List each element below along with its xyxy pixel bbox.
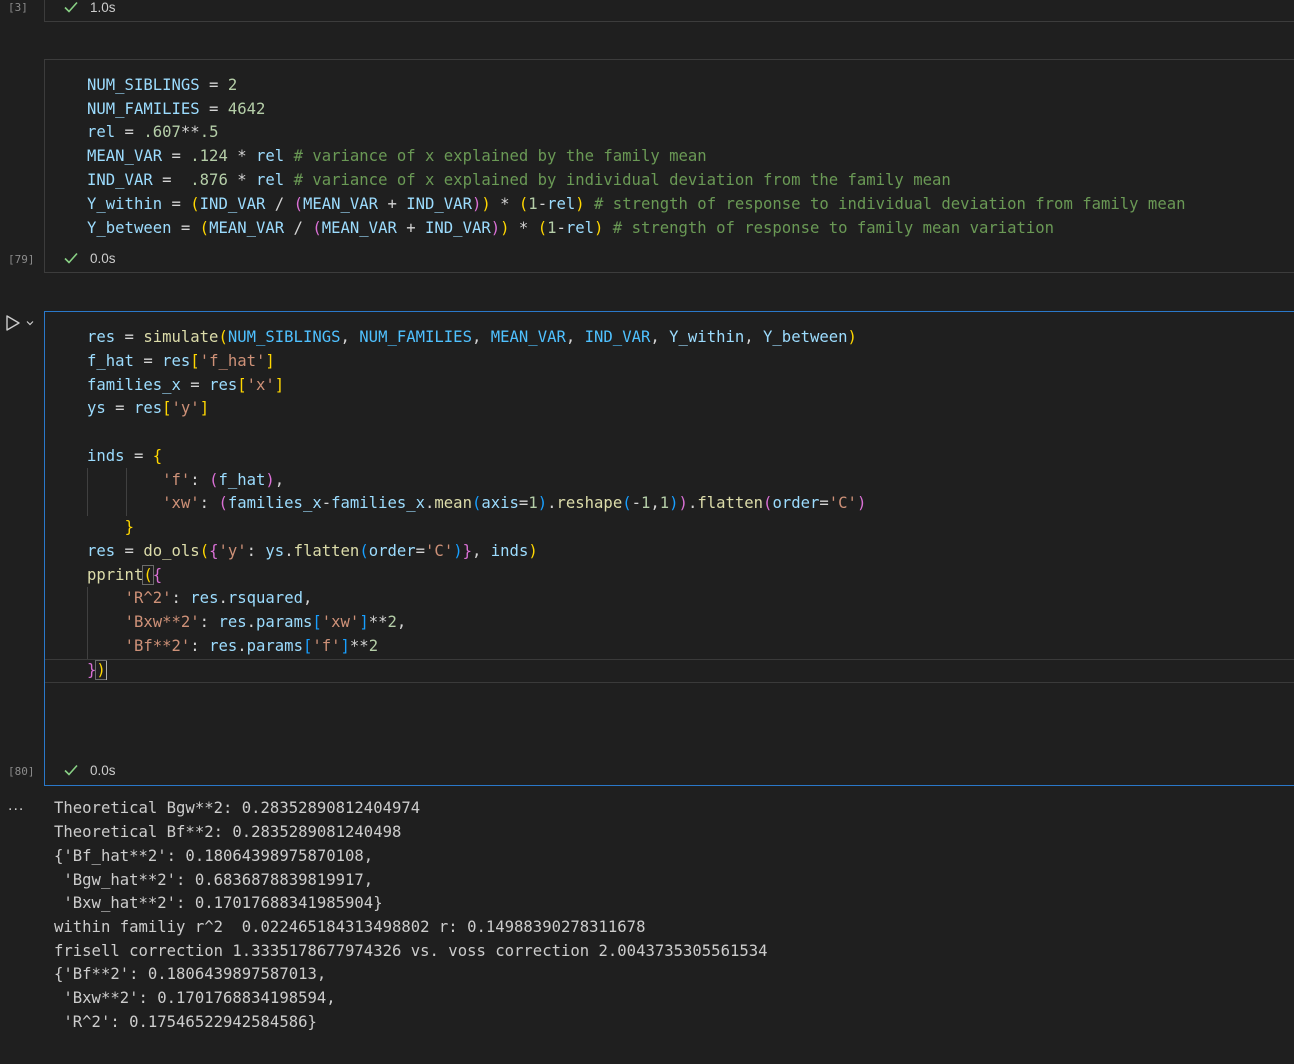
- output-line: within familiy r^2 0.022465184313498802 …: [54, 918, 646, 936]
- check-icon: [64, 764, 78, 776]
- operator: =: [199, 76, 228, 94]
- output-line: 'Bgw_hat**2': 0.6836878839819917,: [54, 871, 374, 889]
- output-line: frisell correction 1.3335178677974326 vs…: [54, 942, 768, 960]
- chevron-down-icon[interactable]: [25, 318, 35, 328]
- operator: =: [199, 100, 228, 118]
- code-line: 'Bf**2': res.params['f']**2: [124, 637, 379, 655]
- code-line: rel = .607**.5: [87, 123, 219, 141]
- execution-count: [3]: [8, 1, 28, 14]
- code-line: 'xw': (families_x-families_x.mean(axis=1…: [162, 494, 867, 512]
- cell-1-status-bar: [44, 0, 1294, 22]
- output-actions-button[interactable]: ...: [8, 797, 24, 815]
- code-line: ys = res['y']: [87, 399, 210, 417]
- code-line: res = simulate(NUM_SIBLINGS, NUM_FAMILIE…: [87, 328, 857, 346]
- cell-duration: 1.0s: [90, 0, 116, 15]
- current-line-highlight: [45, 659, 1294, 683]
- output-line: {'Bf_hat**2': 0.18064398975870108,: [54, 847, 374, 865]
- output-line: 'Bxw**2': 0.1701768834198594,: [54, 989, 336, 1007]
- code-line: NUM_SIBLINGS = 2: [87, 74, 237, 97]
- output-line: {'Bf**2': 0.1806439897587013,: [54, 965, 327, 983]
- code-line: 'Bxw**2': res.params['xw']**2,: [124, 613, 407, 631]
- code-line: NUM_FAMILIES = 4642: [87, 98, 265, 121]
- cell-duration: 0.0s: [90, 762, 116, 778]
- code-line: MEAN_VAR = .124 * rel # variance of x ex…: [87, 147, 707, 165]
- code-line: families_x = res['x']: [87, 376, 285, 394]
- text-cursor: [106, 661, 107, 680]
- output-line: 'R^2': 0.17546522942584586}: [54, 1013, 317, 1031]
- number: 2: [227, 76, 238, 94]
- output-line: 'Bxw_hat**2': 0.17017688341985904}: [54, 894, 383, 912]
- variable: NUM_SIBLINGS: [87, 76, 200, 94]
- code-line: }): [87, 660, 107, 680]
- code-line: Y_within = (IND_VAR / (MEAN_VAR + IND_VA…: [87, 195, 1186, 213]
- code-line: }: [124, 518, 134, 536]
- cell-status: 0.0s: [62, 761, 116, 779]
- code-line: 'f': (f_hat),: [162, 471, 285, 489]
- check-icon: [64, 1, 78, 13]
- play-icon: [6, 315, 20, 331]
- code-line: inds = {: [87, 447, 163, 465]
- code-line: IND_VAR = .876 * rel # variance of x exp…: [87, 171, 951, 189]
- cell-duration: 0.0s: [90, 250, 116, 266]
- execution-count: [80]: [8, 765, 35, 778]
- execution-count: [79]: [8, 253, 35, 266]
- code-line: res = do_ols({'y': ys.flatten(order='C')…: [87, 542, 538, 560]
- check-icon: [64, 252, 78, 264]
- code-line: f_hat = res['f_hat']: [87, 352, 275, 370]
- output-line: Theoretical Bgw**2: 0.28352890812404974: [54, 799, 421, 817]
- code-line: 'R^2': res.rsquared,: [124, 589, 313, 607]
- variable: NUM_FAMILIES: [87, 100, 200, 118]
- run-cell-button[interactable]: [5, 314, 35, 332]
- cell-status: 1.0s: [62, 0, 116, 16]
- output-line: Theoretical Bf**2: 0.2835289081240498: [54, 823, 402, 841]
- cell-status: 0.0s: [62, 249, 116, 267]
- code-line: pprint({: [87, 565, 163, 585]
- code-line: Y_between = (MEAN_VAR / (MEAN_VAR + IND_…: [87, 219, 1055, 237]
- number: 4642: [227, 100, 266, 118]
